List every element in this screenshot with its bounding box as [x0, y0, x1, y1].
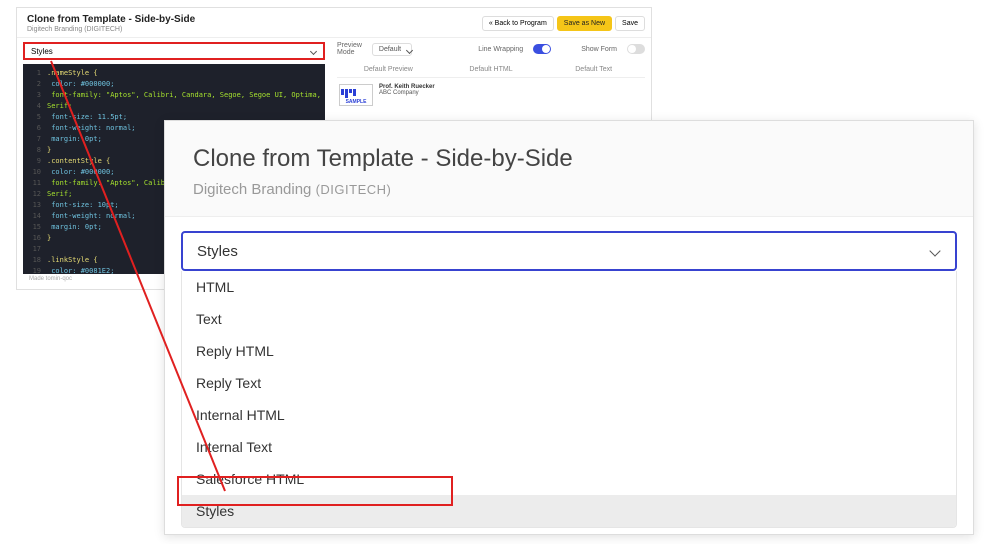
sample-logo: SAMPLE	[339, 84, 373, 106]
page-subtitle: Digitech Branding (DIGITECH)	[193, 181, 945, 198]
preview-pane: SAMPLE Prof. Keith Ruecker ABC Company	[337, 78, 645, 112]
bg-header: Clone from Template - Side-by-Side Digit…	[17, 8, 651, 38]
option-internal-html[interactable]: Internal HTML	[182, 399, 956, 431]
page-title: Clone from Template - Side-by-Side	[193, 145, 945, 173]
preview-tabs: Default Preview Default HTML Default Tex…	[337, 62, 645, 78]
option-html[interactable]: HTML	[182, 271, 956, 303]
bg-button-row: « Back to Program Save as New Save	[482, 16, 645, 31]
subtitle-code: (DIGITECH)	[316, 182, 392, 197]
option-text[interactable]: Text	[182, 303, 956, 335]
option-internal-text[interactable]: Internal Text	[182, 431, 956, 463]
option-styles[interactable]: Styles	[182, 495, 956, 527]
option-salesforce-html[interactable]: Salesforce HTML	[182, 463, 956, 495]
show-form-label: Show Form	[581, 46, 617, 53]
foreground-dropdown-window: Clone from Template - Side-by-Side Digit…	[164, 120, 974, 535]
line-wrapping-toggle[interactable]	[533, 44, 551, 54]
fg-header: Clone from Template - Side-by-Side Digit…	[165, 121, 973, 217]
tab-default-preview[interactable]: Default Preview	[337, 62, 440, 77]
back-to-program-button[interactable]: « Back to Program	[482, 16, 554, 31]
preview-mode-label: Preview Mode	[337, 42, 362, 56]
template-type-select[interactable]: Styles	[181, 231, 957, 271]
template-type-dropdown[interactable]: Styles	[23, 42, 325, 60]
save-button[interactable]: Save	[615, 16, 645, 31]
subtitle-company: Digitech Branding	[193, 181, 311, 198]
dropdown-value: Styles	[31, 47, 53, 56]
preview-info: Prof. Keith Ruecker ABC Company	[379, 84, 435, 96]
template-type-options: HTMLTextReply HTMLReply TextInternal HTM…	[181, 271, 957, 528]
preview-company: ABC Company	[379, 90, 435, 96]
option-reply-text[interactable]: Reply Text	[182, 367, 956, 399]
preview-mode-select[interactable]: Default	[372, 43, 412, 56]
save-as-new-button[interactable]: Save as New	[557, 16, 612, 31]
tab-default-text[interactable]: Default Text	[542, 62, 645, 77]
option-reply-html[interactable]: Reply HTML	[182, 335, 956, 367]
tab-default-html[interactable]: Default HTML	[440, 62, 543, 77]
line-wrapping-label: Line Wrapping	[478, 46, 523, 53]
show-form-toggle[interactable]	[627, 44, 645, 54]
chevron-down-icon	[309, 47, 317, 55]
select-value: Styles	[197, 243, 238, 260]
chevron-down-icon	[929, 245, 941, 257]
